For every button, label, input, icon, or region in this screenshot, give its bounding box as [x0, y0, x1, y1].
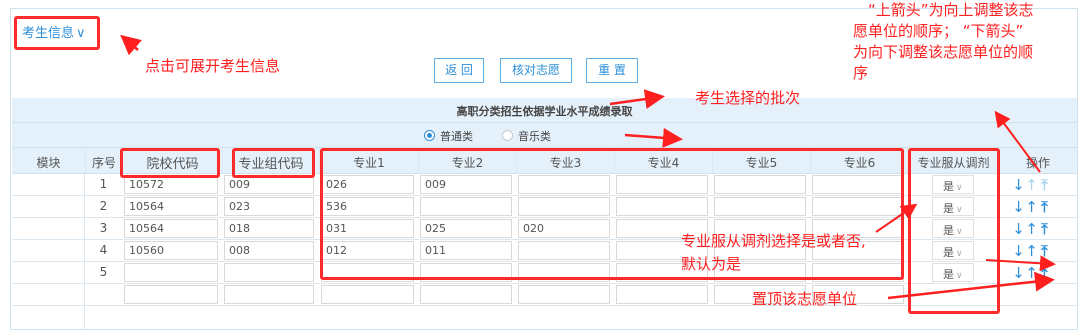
arrow-to-expand-toggle [120, 34, 142, 56]
arrow-to-pin-icon [887, 271, 1055, 300]
arrow-to-batch-options [624, 127, 683, 148]
arrow-to-adjust-column [875, 203, 918, 233]
arrow-to-batch-title [609, 89, 665, 109]
annotation-arrows [120, 34, 1056, 300]
arrow-to-move-icons [994, 110, 1041, 173]
arrow-to-pin-icon-row4 [985, 255, 1056, 272]
